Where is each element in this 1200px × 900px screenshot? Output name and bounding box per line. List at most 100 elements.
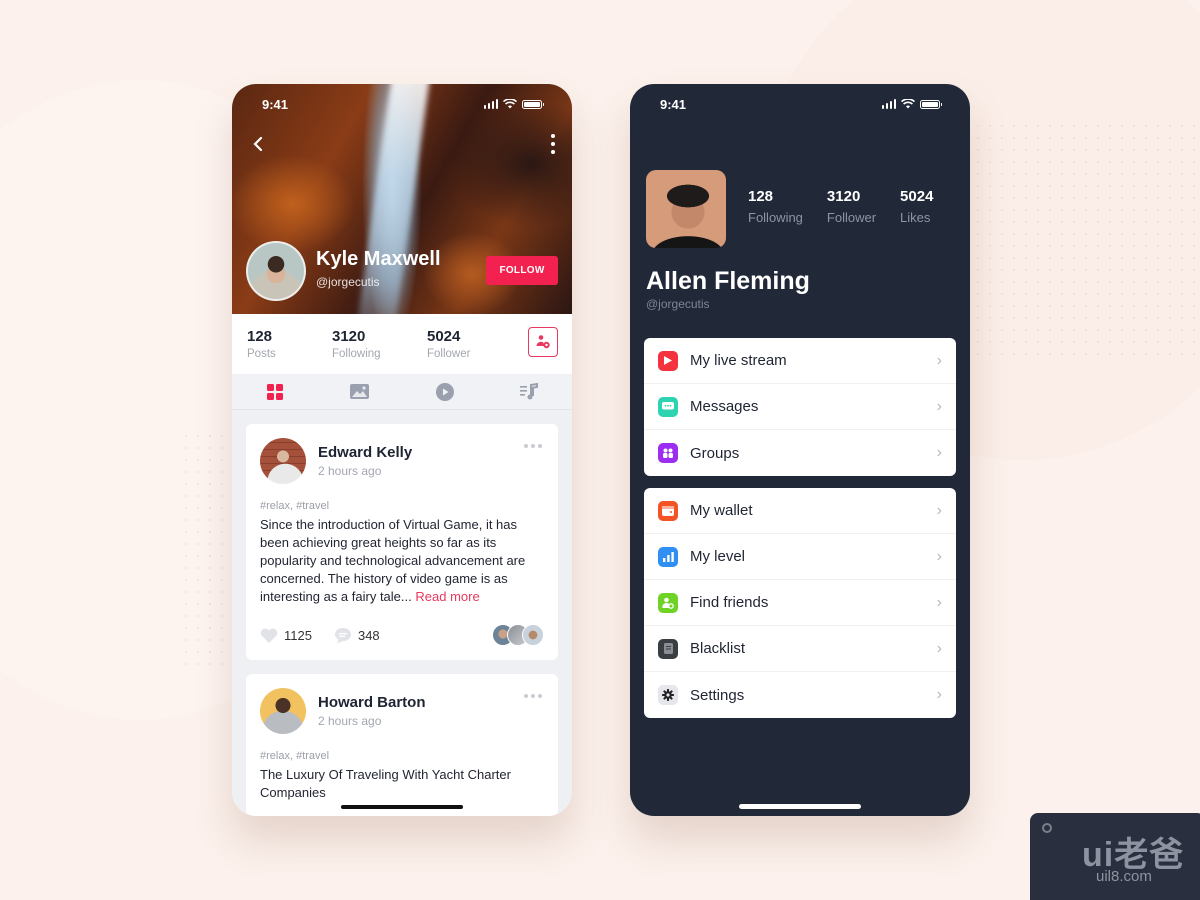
status-time: 9:41 xyxy=(660,96,687,112)
stat-label: Follower xyxy=(826,210,877,225)
stat-value: 128 xyxy=(748,188,774,205)
author-avatar[interactable] xyxy=(260,688,306,734)
profile-handle: @jorgecutis xyxy=(646,297,710,311)
tag-hole-icon xyxy=(1042,823,1052,833)
comment-button[interactable]: 348 xyxy=(334,627,380,644)
comment-icon xyxy=(334,627,351,643)
blacklist-icon xyxy=(658,638,678,659)
user-settings-icon xyxy=(536,335,550,349)
home-indicator[interactable] xyxy=(341,805,463,809)
post-more-button[interactable] xyxy=(524,444,542,448)
chevron-right-icon: › xyxy=(936,351,942,369)
menu-label: Groups xyxy=(690,444,740,462)
menu-item-find-friends[interactable]: Find friends › xyxy=(644,580,956,626)
post-more-button[interactable] xyxy=(524,694,542,698)
post-feed: Edward Kelly 2 hours ago #relax, #travel… xyxy=(246,424,558,816)
post-author[interactable]: Howard Barton xyxy=(318,694,426,711)
chevron-right-icon: › xyxy=(936,444,942,461)
stat-following[interactable]: 3120 Following xyxy=(332,328,427,360)
background-dots xyxy=(960,120,1200,360)
avatar[interactable] xyxy=(646,170,726,248)
stat-posts[interactable]: 128 Posts xyxy=(247,328,332,360)
status-time: 9:41 xyxy=(262,96,289,112)
menu-item-settings[interactable]: Settings › xyxy=(644,672,956,718)
tab-music[interactable] xyxy=(487,374,572,409)
stat-follower[interactable]: 5024 Follower xyxy=(427,328,512,360)
tab-grid[interactable] xyxy=(232,374,317,409)
chevron-right-icon: › xyxy=(936,593,942,611)
bar-chart-icon xyxy=(658,546,678,567)
profile-handle: @jorgecutis xyxy=(316,275,380,289)
menu-label: Find friends xyxy=(690,594,769,611)
profile-menu-screen: 9:41 128 Following 3120 Follower 5024 Li… xyxy=(630,84,970,816)
menu-label: My live stream xyxy=(690,352,787,369)
more-options-button[interactable] xyxy=(546,132,560,156)
chevron-right-icon: › xyxy=(936,501,942,519)
battery-icon xyxy=(920,99,942,109)
user-settings-button[interactable] xyxy=(528,327,558,357)
post-body: The Luxury Of Traveling With Yacht Chart… xyxy=(260,767,511,800)
find-user-icon xyxy=(658,592,678,613)
back-button[interactable] xyxy=(246,132,270,156)
avatar[interactable] xyxy=(246,241,306,301)
play-icon xyxy=(435,382,454,401)
chat-icon xyxy=(658,396,678,417)
watermark-url: uil8.com xyxy=(1096,868,1152,885)
stat-value: 3120 xyxy=(332,328,366,345)
author-avatar[interactable] xyxy=(260,438,306,484)
stat-value: 128 xyxy=(247,328,273,345)
menu-item-live-stream[interactable]: My live stream › xyxy=(644,338,956,384)
menu-label: My wallet xyxy=(690,502,753,519)
post-tags: #relax, #travel xyxy=(260,500,330,512)
read-more-link[interactable]: Read more xyxy=(415,589,479,604)
menu-group-account: My wallet › My level › Find friends › Bl… xyxy=(644,488,956,718)
stat-label: Follower xyxy=(427,348,471,360)
grid-icon xyxy=(266,383,283,400)
liker-avatars[interactable] xyxy=(492,624,544,646)
menu-item-groups[interactable]: Groups › xyxy=(644,430,956,476)
battery-icon xyxy=(522,99,544,109)
like-button[interactable]: 1125 xyxy=(260,628,312,643)
menu-label: My level xyxy=(690,548,746,565)
stat-following[interactable]: 128 Following xyxy=(748,188,803,225)
follow-button[interactable]: FOLLOW xyxy=(486,256,558,285)
chevron-right-icon: › xyxy=(936,547,942,565)
menu-group-media: My live stream › Messages › Groups › xyxy=(644,338,956,476)
stat-likes[interactable]: 5024 Likes xyxy=(900,188,933,225)
tab-photos[interactable] xyxy=(317,374,402,409)
stat-value: 5024 xyxy=(900,188,934,205)
wallet-icon xyxy=(658,500,678,521)
menu-item-blacklist[interactable]: Blacklist › xyxy=(644,626,956,672)
signal-icon xyxy=(881,99,896,109)
play-icon xyxy=(658,350,678,371)
menu-item-wallet[interactable]: My wallet › xyxy=(644,488,956,534)
post-time: 2 hours ago xyxy=(318,714,382,728)
profile-stats: 128 Following 3120 Follower 5024 Likes xyxy=(748,188,957,225)
stat-follower[interactable]: 3120 Follower xyxy=(827,188,876,225)
home-indicator[interactable] xyxy=(739,804,861,809)
post-author[interactable]: Edward Kelly xyxy=(318,444,412,461)
content-tabs xyxy=(232,374,572,410)
chevron-right-icon: › xyxy=(936,686,942,703)
post-card: Howard Barton 2 hours ago #relax, #trave… xyxy=(246,674,558,816)
menu-label: Messages xyxy=(690,398,759,415)
menu-label: Blacklist xyxy=(690,640,746,657)
post-body: Since the introduction of Virtual Game, … xyxy=(260,516,544,606)
comment-count: 348 xyxy=(357,627,380,643)
post-text: Since the introduction of Virtual Game, … xyxy=(260,517,526,604)
profile-name: Allen Fleming xyxy=(646,267,810,295)
stat-label: Following xyxy=(748,210,803,225)
menu-item-level[interactable]: My level › xyxy=(644,534,956,580)
stat-value: 5024 xyxy=(427,328,461,345)
group-icon xyxy=(658,443,678,463)
chevron-left-icon xyxy=(253,136,263,152)
image-icon xyxy=(350,384,369,399)
menu-item-messages[interactable]: Messages › xyxy=(644,384,956,430)
music-icon xyxy=(520,383,538,400)
profile-name: Kyle Maxwell xyxy=(316,248,441,270)
signal-icon xyxy=(483,99,498,109)
chevron-right-icon: › xyxy=(936,397,942,415)
wifi-icon xyxy=(901,99,915,109)
stat-label: Posts xyxy=(247,348,276,360)
tab-videos[interactable] xyxy=(402,374,487,409)
